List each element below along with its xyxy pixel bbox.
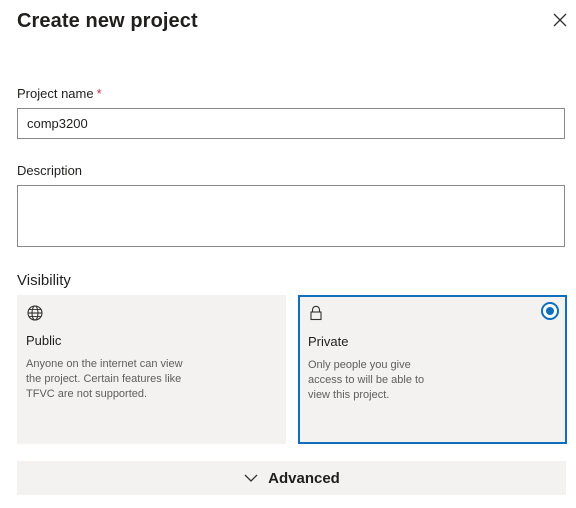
project-name-label-text: Project name [17,86,94,101]
visibility-option-description: Anyone on the internet can view the proj… [26,358,183,400]
visibility-option-public[interactable]: Public Anyone on the internet can view t… [17,295,286,444]
close-button[interactable] [548,8,572,32]
dialog-title: Create new project [17,10,198,32]
description-label: Description [17,163,83,178]
chevron-down-icon [243,470,259,486]
visibility-title: Visibility [17,272,71,289]
globe-icon [27,305,43,321]
description-textarea[interactable] [17,185,565,247]
project-name-label: Project name * [17,86,102,102]
visibility-option-private[interactable]: Private Only people you give access to w… [298,295,567,444]
visibility-option-title: Private [308,334,349,349]
lock-icon [310,305,322,321]
visibility-option-title: Public [26,333,62,348]
advanced-toggle-button[interactable]: Advanced [17,461,566,495]
project-name-input[interactable] [17,108,565,139]
create-project-dialog: Create new project Project name* Descrip… [0,0,576,508]
radio-selected-dot [546,307,554,315]
advanced-label: Advanced [268,469,340,487]
close-icon [553,13,567,27]
visibility-option-description: Only people you give access to will be a… [308,359,425,401]
required-marker: * [96,86,102,101]
private-radio-button[interactable] [541,302,559,320]
